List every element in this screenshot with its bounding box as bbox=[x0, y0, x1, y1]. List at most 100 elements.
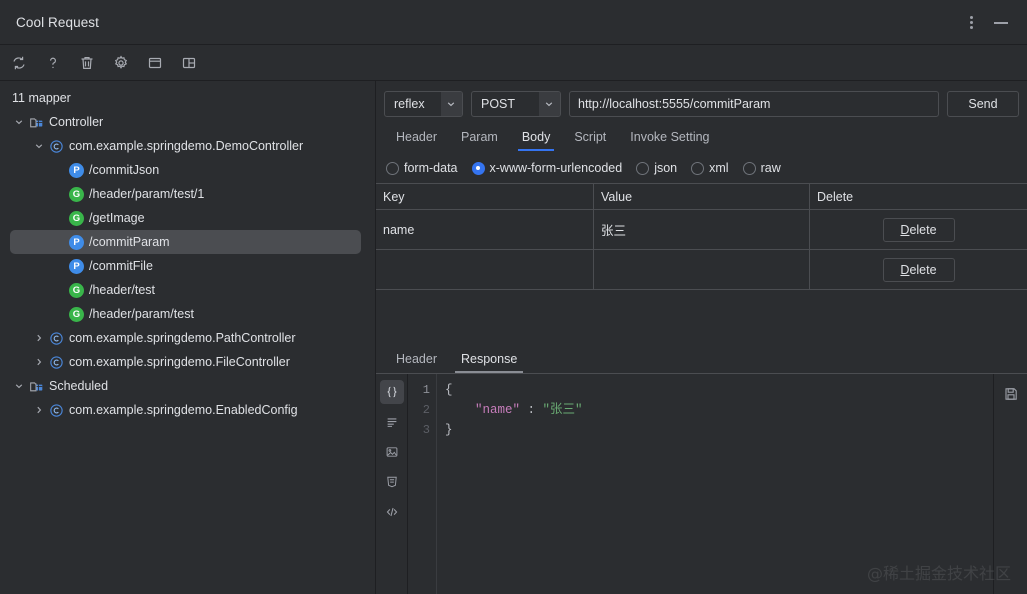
cool-request-window: Cool Request bbox=[0, 0, 1027, 594]
code-line: "name" : "张三" bbox=[445, 400, 993, 420]
radio-raw[interactable]: raw bbox=[743, 161, 781, 175]
json-braces-icon[interactable] bbox=[380, 380, 404, 404]
text-lines-icon[interactable] bbox=[380, 410, 404, 434]
delete-button[interactable]: Delete bbox=[883, 218, 955, 242]
delete-button[interactable]: Delete bbox=[883, 258, 955, 282]
kebab-menu-icon[interactable] bbox=[963, 14, 979, 30]
param-value-cell[interactable]: 张三 bbox=[594, 210, 810, 249]
tree-item-header-test[interactable]: G/header/test bbox=[0, 278, 375, 302]
tree-item-label: com.example.springdemo.PathController bbox=[69, 331, 296, 345]
content-type-radio-group: form-data x-www-form-urlencoded json xml raw bbox=[376, 151, 1027, 183]
tree-items-container: Controller com.example.springdemo.DemoCon… bbox=[0, 110, 375, 422]
page-title: Cool Request bbox=[16, 15, 99, 30]
line-number: 2 bbox=[408, 400, 430, 420]
response-tab-header[interactable]: Header bbox=[384, 345, 449, 373]
tree-item-controller[interactable]: Controller bbox=[0, 110, 375, 134]
window-controls bbox=[963, 14, 1015, 30]
tab-script[interactable]: Script bbox=[562, 123, 618, 151]
tree-item-getimage[interactable]: G/getImage bbox=[0, 206, 375, 230]
params-table: Key Value Delete name张三DeleteDelete bbox=[376, 183, 1027, 290]
split-panel-icon[interactable] bbox=[176, 50, 202, 76]
radio-label: x-www-form-urlencoded bbox=[490, 161, 623, 175]
post-method-badge: P bbox=[69, 163, 84, 178]
param-key-cell[interactable]: name bbox=[376, 210, 594, 249]
code-tags-icon[interactable] bbox=[380, 500, 404, 524]
tree-item-com-example-springdemo-pathcontroller[interactable]: com.example.springdemo.PathController bbox=[0, 326, 375, 350]
tab-header[interactable]: Header bbox=[384, 123, 449, 151]
radio-dot-icon bbox=[636, 162, 649, 175]
request-bar: reflex POST http://localhost:5555/commit… bbox=[376, 81, 1027, 123]
response-tab-response[interactable]: Response bbox=[449, 345, 529, 373]
column-header-delete: Delete bbox=[810, 184, 1027, 209]
radio-x-www-form-urlencoded[interactable]: x-www-form-urlencoded bbox=[472, 161, 623, 175]
tree-item-commitjson[interactable]: P/commitJson bbox=[0, 158, 375, 182]
tree-item-com-example-springdemo-enabledconfig[interactable]: com.example.springdemo.EnabledConfig bbox=[0, 398, 375, 422]
line-number: 3 bbox=[408, 420, 430, 440]
help-icon[interactable] bbox=[40, 50, 66, 76]
column-header-value: Value bbox=[594, 184, 810, 209]
code-line: } bbox=[445, 420, 993, 440]
radio-label: json bbox=[654, 161, 677, 175]
chevron-right-icon[interactable] bbox=[32, 403, 46, 417]
get-method-badge: G bbox=[69, 307, 84, 322]
chevron-down-icon[interactable] bbox=[12, 379, 26, 393]
class-icon bbox=[49, 355, 64, 370]
tab-invoke-setting[interactable]: Invoke Setting bbox=[618, 123, 721, 151]
main-body: 11 mapper Controllercom.example.springde… bbox=[0, 81, 1027, 594]
chevron-down-icon[interactable] bbox=[12, 115, 26, 129]
main-toolbar bbox=[0, 45, 1027, 81]
html-shield-icon[interactable] bbox=[380, 470, 404, 494]
minimize-icon[interactable] bbox=[993, 14, 1009, 30]
method-select-value: POST bbox=[472, 92, 539, 116]
param-value-cell[interactable] bbox=[594, 250, 810, 289]
table-row: Delete bbox=[376, 250, 1027, 290]
line-number-gutter: 123 bbox=[408, 374, 436, 594]
radio-form-data[interactable]: form-data bbox=[386, 161, 458, 175]
chevron-right-icon[interactable] bbox=[32, 355, 46, 369]
env-select-value: reflex bbox=[385, 92, 441, 116]
image-preview-icon[interactable] bbox=[380, 440, 404, 464]
post-method-badge: P bbox=[69, 235, 84, 250]
radio-xml[interactable]: xml bbox=[691, 161, 728, 175]
save-floppy-icon[interactable] bbox=[999, 382, 1023, 406]
trash-icon[interactable] bbox=[74, 50, 100, 76]
tree-item-com-example-springdemo-filecontroller[interactable]: com.example.springdemo.FileController bbox=[0, 350, 375, 374]
mapper-tree-sidebar[interactable]: 11 mapper Controllercom.example.springde… bbox=[0, 81, 376, 594]
chevron-down-icon bbox=[539, 92, 560, 116]
tree-item-label: com.example.springdemo.DemoController bbox=[69, 139, 303, 153]
env-select[interactable]: reflex bbox=[384, 91, 463, 117]
window-icon[interactable] bbox=[142, 50, 168, 76]
gear-icon[interactable] bbox=[108, 50, 134, 76]
tree-item-label: /header/param/test/1 bbox=[89, 187, 204, 201]
method-select[interactable]: POST bbox=[471, 91, 561, 117]
tree-item-label: /header/param/test bbox=[89, 307, 194, 321]
tree-item-header-param-test-1[interactable]: G/header/param/test/1 bbox=[0, 182, 375, 206]
send-button[interactable]: Send bbox=[947, 91, 1019, 117]
tree-item-header-param-test[interactable]: G/header/param/test bbox=[0, 302, 375, 326]
radio-label: xml bbox=[709, 161, 728, 175]
tab-param[interactable]: Param bbox=[449, 123, 510, 151]
table-row: name张三 Delete bbox=[376, 210, 1027, 250]
request-response-panel: reflex POST http://localhost:5555/commit… bbox=[376, 81, 1027, 594]
chevron-down-icon[interactable] bbox=[32, 139, 46, 153]
code-token: "张三" bbox=[543, 403, 583, 417]
response-actions bbox=[993, 374, 1027, 594]
response-tabs: HeaderResponse bbox=[376, 346, 1027, 374]
class-icon bbox=[49, 403, 64, 418]
body-empty-space bbox=[376, 290, 1027, 346]
tree-item-com-example-springdemo-democontroller[interactable]: com.example.springdemo.DemoController bbox=[0, 134, 375, 158]
tree-item-scheduled[interactable]: Scheduled bbox=[0, 374, 375, 398]
url-input[interactable]: http://localhost:5555/commitParam bbox=[569, 91, 939, 117]
chevron-right-icon[interactable] bbox=[32, 331, 46, 345]
tab-body[interactable]: Body bbox=[510, 123, 563, 151]
tree-item-commitfile[interactable]: P/commitFile bbox=[0, 254, 375, 278]
refresh-icon[interactable] bbox=[6, 50, 32, 76]
radio-json[interactable]: json bbox=[636, 161, 677, 175]
tree-item-commitparam[interactable]: P/commitParam bbox=[10, 230, 361, 254]
tree-item-label: /commitFile bbox=[89, 259, 153, 273]
response-editor[interactable]: 123 { "name" : "张三"} bbox=[408, 374, 993, 594]
tree-item-label: /getImage bbox=[89, 211, 145, 225]
param-key-cell[interactable] bbox=[376, 250, 594, 289]
radio-dot-icon bbox=[743, 162, 756, 175]
post-method-badge: P bbox=[69, 259, 84, 274]
